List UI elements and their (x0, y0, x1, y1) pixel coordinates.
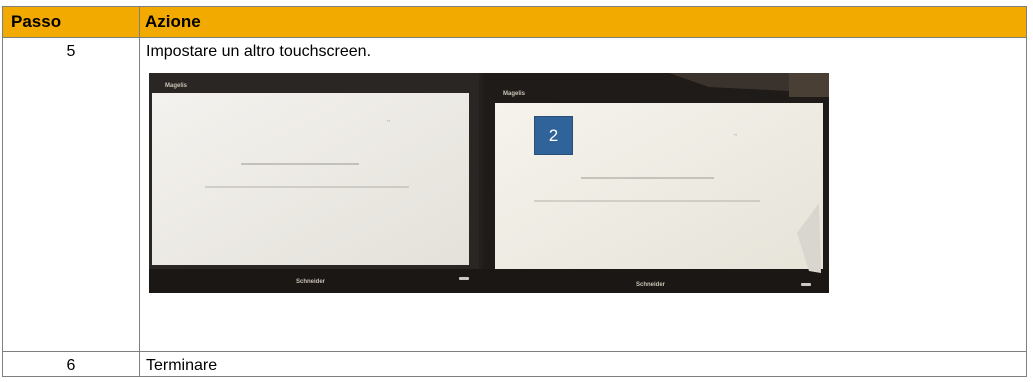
svg-text:ᵔ: ᵔ (734, 132, 737, 141)
brand-label-left: Schneider (296, 279, 326, 285)
action-text: Impostare un altro touchscreen. (146, 43, 372, 60)
svg-text:ᵔ: ᵔ (387, 118, 390, 127)
action-text: Terminare (146, 357, 218, 374)
brand-label-right: Schneider (636, 282, 666, 288)
header-action-label: Azione (145, 12, 201, 31)
action-cell: Terminare (139, 351, 1027, 377)
action-cell: Impostare un altro touchscreen. ᵔ ᵔ Mage… (139, 37, 1027, 352)
touchscreens-illustration: ᵔ ᵔ (149, 73, 829, 293)
screen-number-badge: 2 (534, 116, 573, 155)
steps-table: Passo Azione 5 Impostare un altro touchs… (2, 6, 1027, 377)
header-row: Passo Azione (2, 6, 1027, 38)
step-number: 6 (66, 357, 76, 374)
brand-label-left-top: Magelis (165, 83, 188, 89)
table-row: 5 Impostare un altro touchscreen. ᵔ ᵔ Ma… (2, 37, 1027, 352)
step-number: 5 (66, 43, 76, 60)
step-number-cell: 6 (2, 351, 140, 377)
step-number-cell: 5 (2, 37, 140, 352)
table-row: 6 Terminare (2, 351, 1027, 377)
header-action: Azione (139, 6, 1027, 38)
header-step: Passo (2, 6, 140, 38)
brand-label-right-top: Magelis (503, 91, 526, 97)
touchscreens-photo: ᵔ ᵔ Magelis Magelis Schneider Schneider … (149, 73, 829, 293)
header-step-label: Passo (11, 12, 62, 31)
